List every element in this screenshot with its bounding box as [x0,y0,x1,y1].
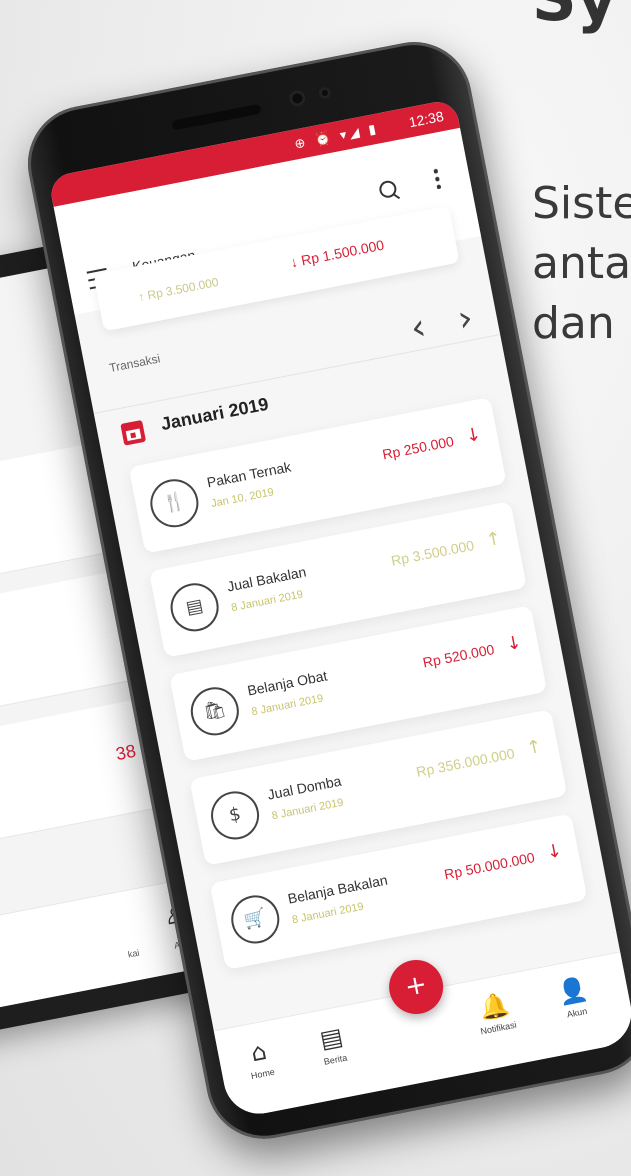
search-icon[interactable] [377,179,398,200]
arrow-up-icon: ↑ [524,735,544,760]
status-time: 12:38 [407,107,445,131]
transaction-amount: Rp 356.000.000 [414,745,516,780]
transaction-date: Jan 10, 2019 [210,486,275,511]
shopping-bag-icon: 🛍 [186,683,243,740]
marketing-title: Sy [532,0,617,35]
transaction-date: 8 Januari 2019 [270,796,345,823]
nav-notifikasi[interactable]: 🔔 Notifikasi [462,986,529,1039]
cart-icon: 🛒 [227,891,284,948]
sensor-icon [317,85,332,101]
bg-nav-label: kai [127,947,141,960]
coins-icon: $ [206,787,264,844]
arrow-up-icon: ↑ [484,527,504,552]
section-label: Transaksi [108,351,162,376]
arrow-down-icon: ↓ [463,423,483,448]
transaction-amount: Rp 50.000.000 [442,849,537,883]
marketing-line-3: dan i [532,298,631,349]
arrow-down-icon: ↓ [544,839,564,864]
speaker-grille [171,103,262,131]
divider [93,333,501,414]
transaction-amount: Rp 520.000 [421,641,496,671]
nav-berita[interactable]: ▤ Berita [299,1018,366,1071]
transaction-name: Pakan Ternak [205,458,293,491]
marketing-line-2: anta [532,238,631,289]
month-label: Januari 2019 [159,393,271,435]
camera-icon [288,88,307,108]
calendar-icon [120,419,147,446]
transaction-date: 8 Januari 2019 [230,588,305,615]
nav-home[interactable]: ⌂ Home [226,1032,293,1085]
food-icon: 🍴 [146,475,203,532]
prev-month-button[interactable]: ‹ [407,306,429,349]
nav-akun[interactable]: 👤 Akun [540,971,607,1024]
income-total: ↑ Rp 3.500.000 [137,274,220,305]
transaction-amount: Rp 250.000 [380,432,456,463]
more-options-icon[interactable] [433,166,442,190]
transaction-name: Belanja Bakalan [286,871,389,907]
expense-total: ↓ Rp 1.500.000 [289,236,386,271]
wallet-icon: ▤ [166,579,223,636]
transaction-amount: Rp 3.500.000 [389,537,476,569]
arrow-down-icon: ↓ [504,631,524,656]
transaction-date: 8 Januari 2019 [291,900,365,927]
transaction-date: 8 Januari 2019 [250,692,325,719]
marketing-line-1: Siste [532,178,631,229]
next-month-button[interactable]: › [454,297,476,340]
